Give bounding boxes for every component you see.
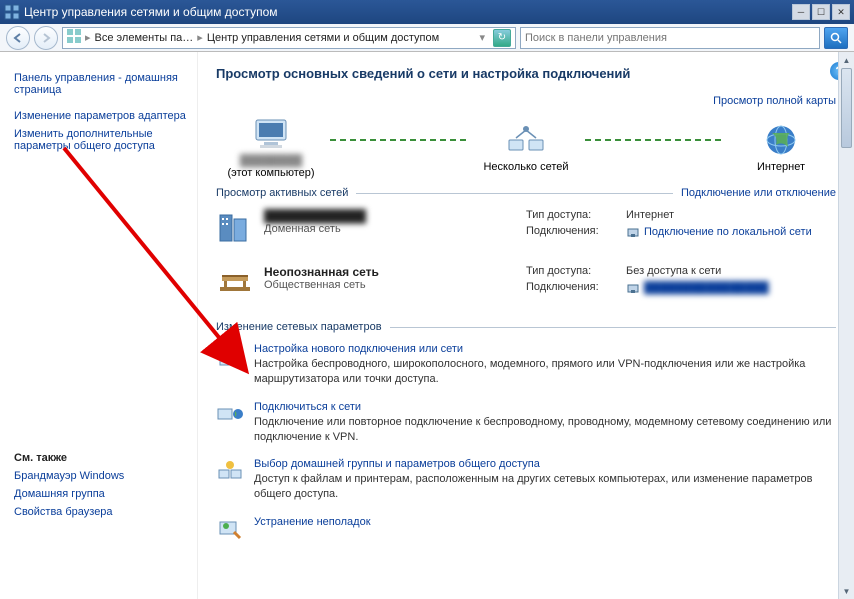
sidebar-adapter-link[interactable]: Изменение параметров адаптера: [14, 110, 187, 122]
map-computer: ████████ (этот компьютер): [216, 117, 326, 179]
back-button[interactable]: [6, 26, 30, 50]
connect-network-item[interactable]: Подключиться к сети Подключение или повт…: [216, 401, 836, 445]
close-button[interactable]: ✕: [832, 4, 850, 20]
maximize-button[interactable]: ☐: [812, 4, 830, 20]
window-title: Центр управления сетями и общим доступом: [24, 5, 790, 19]
access-type-value: Без доступа к сети: [626, 265, 721, 277]
setup-connection-icon: [216, 343, 244, 371]
connections-label: Подключения:: [526, 225, 626, 239]
computer-name-blurred: ████████: [216, 155, 326, 167]
address-bar[interactable]: ▸ Все элементы па… ▸ Центр управления се…: [62, 27, 516, 49]
homegroup-item[interactable]: Выбор домашней группы и параметров общег…: [216, 458, 836, 502]
search-field[interactable]: [520, 27, 820, 49]
map-internet: Интернет: [726, 123, 836, 173]
connection-link[interactable]: Подключение по локальной сети: [644, 226, 812, 238]
view-full-map-link[interactable]: Просмотр полной карты: [713, 95, 836, 107]
ethernet-icon: [626, 225, 640, 239]
minimize-button[interactable]: ─: [792, 4, 810, 20]
network-map: ████████ (этот компьютер) Несколько сете…: [216, 117, 836, 179]
access-type-value: Интернет: [626, 209, 674, 221]
page-heading: Просмотр основных сведений о сети и наст…: [216, 66, 836, 81]
public-network-icon: [216, 265, 254, 303]
navbar: ▸ Все элементы па… ▸ Центр управления се…: [0, 24, 854, 52]
sidebar-browser-link[interactable]: Свойства браузера: [14, 506, 187, 518]
scroll-up-button[interactable]: ▲: [839, 52, 854, 68]
homegroup-icon: [216, 458, 244, 486]
breadcrumb-icon: [67, 29, 81, 46]
scrollbar[interactable]: ▲ ▼: [838, 52, 854, 599]
titlebar: Центр управления сетями и общим доступом…: [0, 0, 854, 24]
computer-icon: [251, 117, 291, 151]
network-entry-unidentified: Неопознанная сеть Общественная сеть Тип …: [216, 265, 836, 303]
troubleshoot-link[interactable]: Устранение неполадок: [254, 516, 371, 528]
connections-label: Подключения:: [526, 281, 626, 295]
sidebar-firewall-link[interactable]: Брандмауэр Windows: [14, 470, 187, 482]
dropdown-icon[interactable]: ▾: [479, 31, 485, 44]
network-name: Неопознанная сеть: [264, 265, 379, 279]
sidebar-advanced-link[interactable]: Изменить дополнительные параметры общего…: [14, 128, 187, 152]
homegroup-desc: Доступ к файлам и принтерам, расположенн…: [254, 472, 836, 502]
scroll-down-button[interactable]: ▼: [839, 583, 854, 599]
map-multi-networks: Несколько сетей: [471, 123, 581, 173]
globe-icon: [761, 123, 801, 157]
connect-network-icon: [216, 401, 244, 429]
divider: [390, 327, 836, 328]
multi-networks-label: Несколько сетей: [471, 161, 581, 173]
connect-network-desc: Подключение или повторное подключение к …: [254, 415, 836, 445]
access-type-label: Тип доступа:: [526, 265, 626, 277]
troubleshoot-icon: [216, 516, 244, 544]
connect-disconnect-link[interactable]: Подключение или отключение: [681, 187, 836, 199]
sidebar-home-link[interactable]: Панель управления - домашняя страница: [14, 72, 187, 96]
network-type: Доменная сеть: [264, 223, 341, 235]
active-networks-header: Просмотр активных сетей: [216, 187, 348, 199]
see-also-header: См. также: [14, 452, 187, 464]
refresh-button[interactable]: ↻: [493, 29, 511, 47]
app-icon: [4, 4, 20, 20]
chevron-right-icon: ▸: [85, 31, 91, 44]
setup-connection-desc: Настройка беспроводного, широкополосного…: [254, 357, 836, 387]
connection-line: [585, 139, 722, 141]
setup-connection-link[interactable]: Настройка нового подключения или сети: [254, 343, 836, 355]
internet-label: Интернет: [726, 161, 836, 173]
breadcrumb-item[interactable]: Центр управления сетями и общим доступом: [207, 32, 439, 44]
access-type-label: Тип доступа:: [526, 209, 626, 221]
search-input[interactable]: [525, 32, 815, 44]
network-name-blurred: ████████████: [264, 209, 366, 223]
connection-link-blurred[interactable]: ████████████████: [644, 282, 769, 294]
network-icon: [506, 123, 546, 157]
setup-connection-item[interactable]: Настройка нового подключения или сети На…: [216, 343, 836, 387]
ethernet-icon: [626, 281, 640, 295]
connection-line: [330, 139, 467, 141]
connect-network-link[interactable]: Подключиться к сети: [254, 401, 836, 413]
sidebar-homegroup-link[interactable]: Домашняя группа: [14, 488, 187, 500]
breadcrumb-item[interactable]: Все элементы па…: [95, 32, 194, 44]
computer-label: (этот компьютер): [216, 167, 326, 179]
network-type: Общественная сеть: [264, 279, 366, 291]
search-button[interactable]: [824, 27, 848, 49]
troubleshoot-item[interactable]: Устранение неполадок: [216, 516, 836, 544]
chevron-right-icon: ▸: [197, 31, 203, 44]
divider: [356, 193, 673, 194]
domain-network-icon: [216, 209, 254, 247]
network-settings-header: Изменение сетевых параметров: [216, 321, 382, 333]
homegroup-link[interactable]: Выбор домашней группы и параметров общег…: [254, 458, 836, 470]
scroll-thumb[interactable]: [841, 68, 852, 148]
network-entry-domain: ████████████ Доменная сеть Тип доступа:И…: [216, 209, 836, 247]
forward-button[interactable]: [34, 26, 58, 50]
main-content: ? Просмотр основных сведений о сети и на…: [198, 52, 854, 599]
sidebar: Панель управления - домашняя страница Из…: [0, 52, 198, 599]
